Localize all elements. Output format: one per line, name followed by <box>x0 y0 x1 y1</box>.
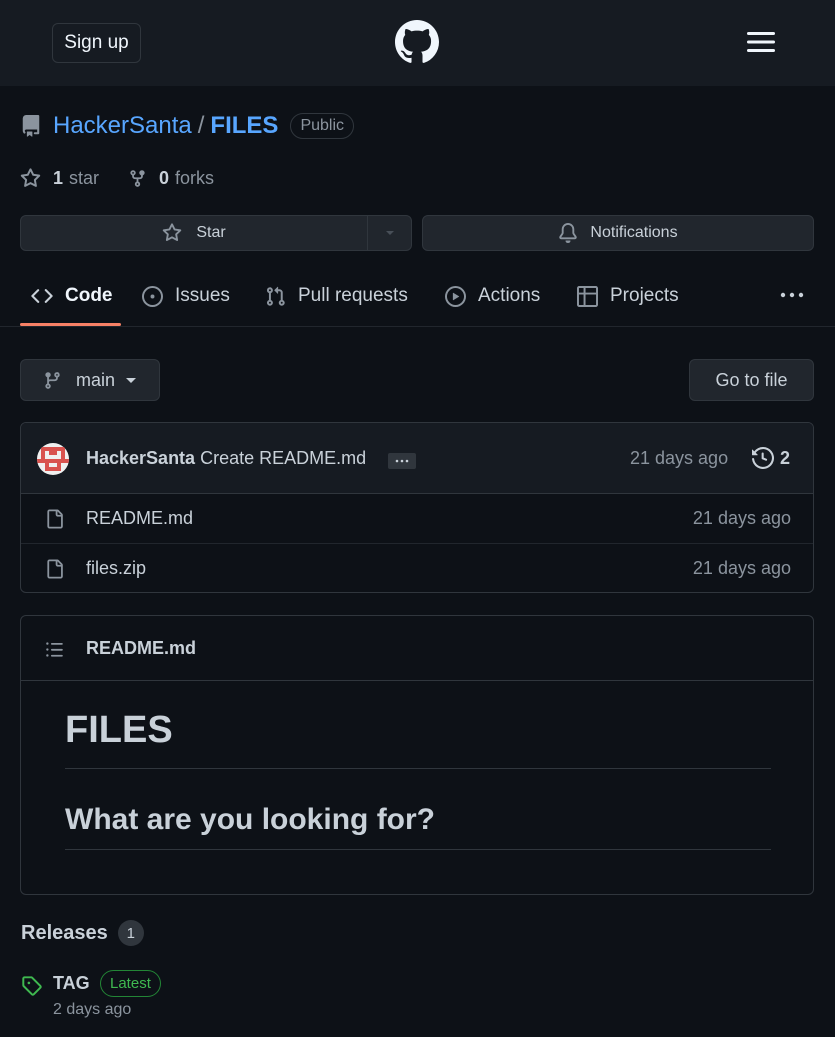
file-time: 21 days ago <box>692 508 791 528</box>
tab-code[interactable]: Code <box>31 266 113 326</box>
commit-author-link[interactable]: HackerSanta <box>86 448 195 468</box>
commit-count: 2 <box>780 447 791 468</box>
star-button-group: Star <box>20 215 412 251</box>
repo-name-link[interactable]: FILES <box>210 112 278 140</box>
visibility-badge: Public <box>290 113 355 139</box>
repo-forked-icon <box>130 170 145 187</box>
file-row[interactable]: files.zip 21 days ago <box>21 543 813 592</box>
repo-separator: / <box>197 112 205 139</box>
notifications-label: Notifications <box>590 224 678 241</box>
forks-link[interactable]: 0 forks <box>128 168 214 189</box>
github-mark-icon[interactable] <box>395 20 439 64</box>
readme-filename-link[interactable]: README.md <box>86 638 196 659</box>
tab-code-label: Code <box>65 285 113 306</box>
star-button-label: Star <box>196 224 226 241</box>
history-icon <box>752 447 774 469</box>
forks-count: 0 <box>159 168 170 188</box>
readme-heading-2: What are you looking for? <box>65 803 771 850</box>
repo-title: HackerSanta / FILES Public <box>53 112 355 140</box>
commit-history-link[interactable]: 2 <box>752 447 790 469</box>
repo-icon <box>20 115 42 137</box>
branch-name: main <box>76 369 116 390</box>
code-icon <box>31 289 53 303</box>
sign-up-button[interactable]: Sign up <box>52 23 141 63</box>
tab-issues[interactable]: Issues <box>142 266 230 326</box>
tab-projects[interactable]: Projects <box>577 266 679 326</box>
file-list: HackerSanta Create README.md 21 days ago… <box>20 422 814 593</box>
tab-actions-label: Actions <box>478 285 541 306</box>
star-icon <box>163 223 182 242</box>
play-icon <box>445 285 466 307</box>
star-icon <box>20 168 41 187</box>
tab-pull-requests[interactable]: Pull requests <box>265 266 408 326</box>
repo-nav-tabs: Code Issues Pull requests Actions Projec… <box>0 266 835 327</box>
avatar[interactable] <box>37 443 69 475</box>
git-pull-request-icon <box>266 286 285 306</box>
triangle-down-icon <box>126 378 137 383</box>
branch-select-button[interactable]: main <box>20 359 160 401</box>
latest-commit-row: HackerSanta Create README.md 21 days ago… <box>21 423 813 494</box>
star-list-dropdown[interactable] <box>368 216 411 250</box>
git-branch-icon <box>45 371 60 389</box>
repo-owner-link[interactable]: HackerSanta <box>53 112 192 140</box>
commit-message-link[interactable]: Create README.md <box>200 448 366 468</box>
tab-pull-requests-label: Pull requests <box>298 285 408 306</box>
star-button[interactable]: Star <box>21 216 368 250</box>
notifications-button[interactable]: Notifications <box>422 215 814 251</box>
release-time: 2 days ago <box>53 1001 132 1018</box>
tag-icon <box>22 976 42 996</box>
tab-projects-label: Projects <box>610 285 679 306</box>
active-tab-underline <box>20 323 121 326</box>
top-header: Sign up <box>0 0 835 86</box>
release-tag-link[interactable]: TAG <box>53 973 90 994</box>
file-name-link[interactable]: files.zip <box>86 558 146 579</box>
hamburger-menu-icon[interactable] <box>745 29 777 55</box>
readme-header: README.md <box>21 616 813 681</box>
table-icon <box>577 285 598 307</box>
file-icon <box>47 509 63 529</box>
stars-count: 1 <box>53 168 64 188</box>
releases-count-badge: 1 <box>117 920 144 946</box>
tab-actions[interactable]: Actions <box>445 266 540 326</box>
stars-link[interactable]: 1 star <box>20 168 99 189</box>
file-row[interactable]: README.md 21 days ago <box>21 494 813 543</box>
stars-label: star <box>69 168 100 188</box>
list-unordered-icon <box>46 642 63 657</box>
kebab-horizontal-icon[interactable] <box>780 285 804 305</box>
forks-label: forks <box>175 168 215 188</box>
tab-issues-label: Issues <box>175 285 230 306</box>
readme-panel: README.md FILES What are you looking for… <box>20 615 814 895</box>
file-time: 21 days ago <box>692 558 791 578</box>
commit-details-toggle[interactable] <box>388 453 416 469</box>
readme-heading-1: FILES <box>65 709 771 769</box>
commit-summary: HackerSanta Create README.md <box>86 448 366 469</box>
file-icon <box>47 559 63 579</box>
issue-opened-icon <box>142 285 163 307</box>
triangle-down-icon <box>385 231 394 235</box>
releases-heading[interactable]: Releases 1 <box>21 920 144 946</box>
releases-title: Releases <box>21 921 108 944</box>
commit-time: 21 days ago <box>630 448 729 468</box>
file-name-link[interactable]: README.md <box>86 508 193 529</box>
latest-badge: Latest <box>100 970 161 997</box>
bell-icon <box>559 223 578 243</box>
go-to-file-button[interactable]: Go to file <box>689 359 814 401</box>
